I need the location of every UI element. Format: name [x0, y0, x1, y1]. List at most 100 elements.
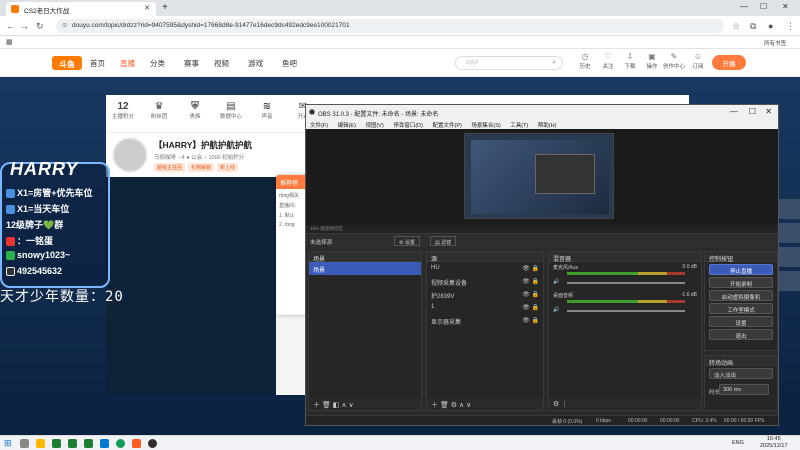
star-icon[interactable]: ☆ [732, 21, 740, 32]
eye-lock-icon[interactable]: 👁 🔒 [522, 291, 539, 298]
clock[interactable]: 16:45 2025/12/17 [760, 436, 788, 450]
speaker-icon[interactable]: 🔊 [553, 279, 559, 285]
virtual-camera-button[interactable]: 启动虚拟摄像机 [709, 290, 773, 301]
obs-icon[interactable] [148, 439, 157, 448]
remove-icon[interactable]: 🗑 [322, 402, 331, 409]
excel-icon[interactable] [84, 439, 93, 448]
close-window-icon[interactable]: ✕ [782, 2, 789, 11]
minimize-icon[interactable]: — [740, 2, 748, 11]
streamer-avatar[interactable] [112, 137, 148, 173]
chrome-icon[interactable] [116, 439, 125, 448]
obs-minimize-icon[interactable]: — [730, 107, 738, 116]
gear-icon[interactable]: ⚙ [553, 401, 559, 408]
source-item[interactable]: 显示器采集 👁 🔒 [427, 314, 543, 327]
stop-streaming-button[interactable]: 停止直播 [709, 264, 773, 275]
source-item[interactable]: 护2839V 👁 🔒 [427, 288, 543, 301]
file-explorer-icon[interactable] [36, 439, 45, 448]
forward-icon[interactable]: → [20, 21, 29, 31]
all-bookmarks-link[interactable]: 所有书签 [764, 39, 786, 47]
excel-icon[interactable] [68, 439, 77, 448]
zoom-indicator[interactable]: 18% 缩放预览区 [306, 225, 778, 233]
tag[interactable]: 超级主任回 [154, 163, 186, 172]
nav-home[interactable]: 首页 [90, 58, 105, 69]
speaker-icon[interactable]: 🔊 [553, 307, 559, 313]
subscribe-button[interactable]: ☺ 订阅 [686, 52, 710, 70]
transition-select[interactable]: 淡入淡出 [709, 368, 773, 379]
site-info-icon[interactable]: ⊙ [62, 22, 67, 29]
close-tab-icon[interactable]: ✕ [144, 4, 150, 12]
source-item[interactable]: 1 👁 🔒 [427, 301, 543, 314]
search-icon[interactable] [20, 439, 29, 448]
move-down-icon[interactable]: ∨ [466, 402, 471, 409]
move-up-icon[interactable]: ∧ [459, 402, 464, 409]
nav-category[interactable]: 分类 [150, 58, 165, 69]
gear-icon[interactable]: ⚙ [451, 402, 457, 409]
settings-button[interactable]: 设置 [709, 316, 773, 327]
download-button[interactable]: ⇩ 下载 [618, 52, 642, 70]
tag[interactable]: 礼物解锁 [188, 163, 215, 172]
move-down-icon[interactable]: ∨ [348, 402, 353, 409]
source-item[interactable]: 视频采集设备 👁 🔒 [427, 275, 543, 288]
excel-icon[interactable] [52, 439, 61, 448]
volume-slider[interactable] [567, 282, 685, 284]
thumbnail[interactable] [778, 199, 800, 219]
eye-lock-icon[interactable]: 👁 🔒 [522, 304, 539, 311]
duration-input[interactable]: 300 ms [719, 384, 769, 395]
browser-tab[interactable]: CS2老日大作战 ✕ [6, 2, 156, 16]
new-tab-button[interactable]: + [162, 2, 168, 13]
profile-icon[interactable]: ● [768, 21, 773, 31]
obs-close-icon[interactable]: ✕ [765, 107, 772, 116]
nav-games[interactable]: 游戏 [248, 58, 263, 69]
reload-icon[interactable]: ↻ [36, 21, 44, 32]
noble[interactable]: ⛨ 贵族 [180, 101, 210, 120]
history-button[interactable]: ◷ 历史 [573, 52, 597, 70]
ops-button[interactable]: ▣ 操作 [640, 52, 664, 70]
extensions-icon[interactable]: ⧉ [750, 21, 756, 32]
filters-button[interactable]: ▤ 滤镜 [430, 236, 457, 246]
douyu-app-icon[interactable] [132, 439, 141, 448]
move-up-icon[interactable]: ∧ [341, 402, 346, 409]
eye-lock-icon[interactable]: 👁 🔒 [522, 278, 539, 285]
start-recording-button[interactable]: 开始录制 [709, 277, 773, 288]
exit-button[interactable]: 退出 [709, 329, 773, 340]
address-bar[interactable]: ⊙ douyu.com/topic/drdzz?rid=9407595&dysh… [56, 19, 724, 33]
start-icon[interactable]: ⊞ [4, 438, 12, 449]
fan-club[interactable]: ♛ 粉丝团 [144, 101, 174, 120]
apps-grid-icon[interactable]: ▦ [6, 38, 13, 46]
data-center[interactable]: ▤ 数据中心 [216, 101, 246, 120]
maximize-icon[interactable]: ☐ [760, 2, 767, 11]
obs-maximize-icon[interactable]: ☐ [749, 107, 756, 116]
creator-button[interactable]: ✎ 创作中心 [662, 52, 686, 70]
volume-slider[interactable] [567, 310, 685, 312]
nav-matches[interactable]: 赛事 [184, 58, 199, 69]
tag[interactable]: 新上线 [217, 163, 239, 172]
nav-yuba[interactable]: 鱼吧 [282, 58, 297, 69]
thumbnail[interactable] [778, 223, 800, 243]
properties-button[interactable]: ⚙ 设置 [394, 236, 420, 246]
source-item[interactable]: HU 👁 🔒 [427, 262, 543, 275]
site-search-input[interactable]: zyfyf ⌕ [455, 56, 563, 70]
studio-mode-button[interactable]: 工作室模式 [709, 303, 773, 314]
douyu-logo[interactable]: 斗鱼 [52, 56, 82, 70]
nav-live[interactable]: 直播 [120, 58, 135, 69]
scene-item[interactable]: 场景 [309, 262, 421, 275]
menu-icon[interactable]: ⋮ [786, 21, 795, 32]
language-indicator[interactable]: ENG [732, 440, 744, 446]
obs-preview[interactable] [306, 129, 778, 225]
voice[interactable]: ≋ 声音 [252, 101, 282, 120]
app-icon[interactable] [100, 439, 109, 448]
thumbnail[interactable] [778, 271, 800, 291]
filter-icon[interactable]: ◧ [333, 402, 340, 409]
thumbnail[interactable] [778, 247, 800, 267]
eye-lock-icon[interactable]: 👁 🔒 [522, 265, 539, 272]
room-score[interactable]: 12 主播积分 [108, 101, 138, 120]
remove-icon[interactable]: 🗑 [440, 402, 449, 409]
video-player[interactable] [106, 177, 276, 395]
add-icon[interactable]: ＋ [431, 402, 438, 409]
more-icon[interactable]: ⋮ [561, 401, 568, 408]
search-icon[interactable]: ⌕ [552, 59, 556, 67]
follow-button[interactable]: ♡ 关注 [596, 52, 620, 70]
nav-video[interactable]: 视频 [214, 58, 229, 69]
eye-lock-icon[interactable]: 👁 🔒 [522, 317, 539, 324]
back-icon[interactable]: ← [6, 21, 15, 31]
